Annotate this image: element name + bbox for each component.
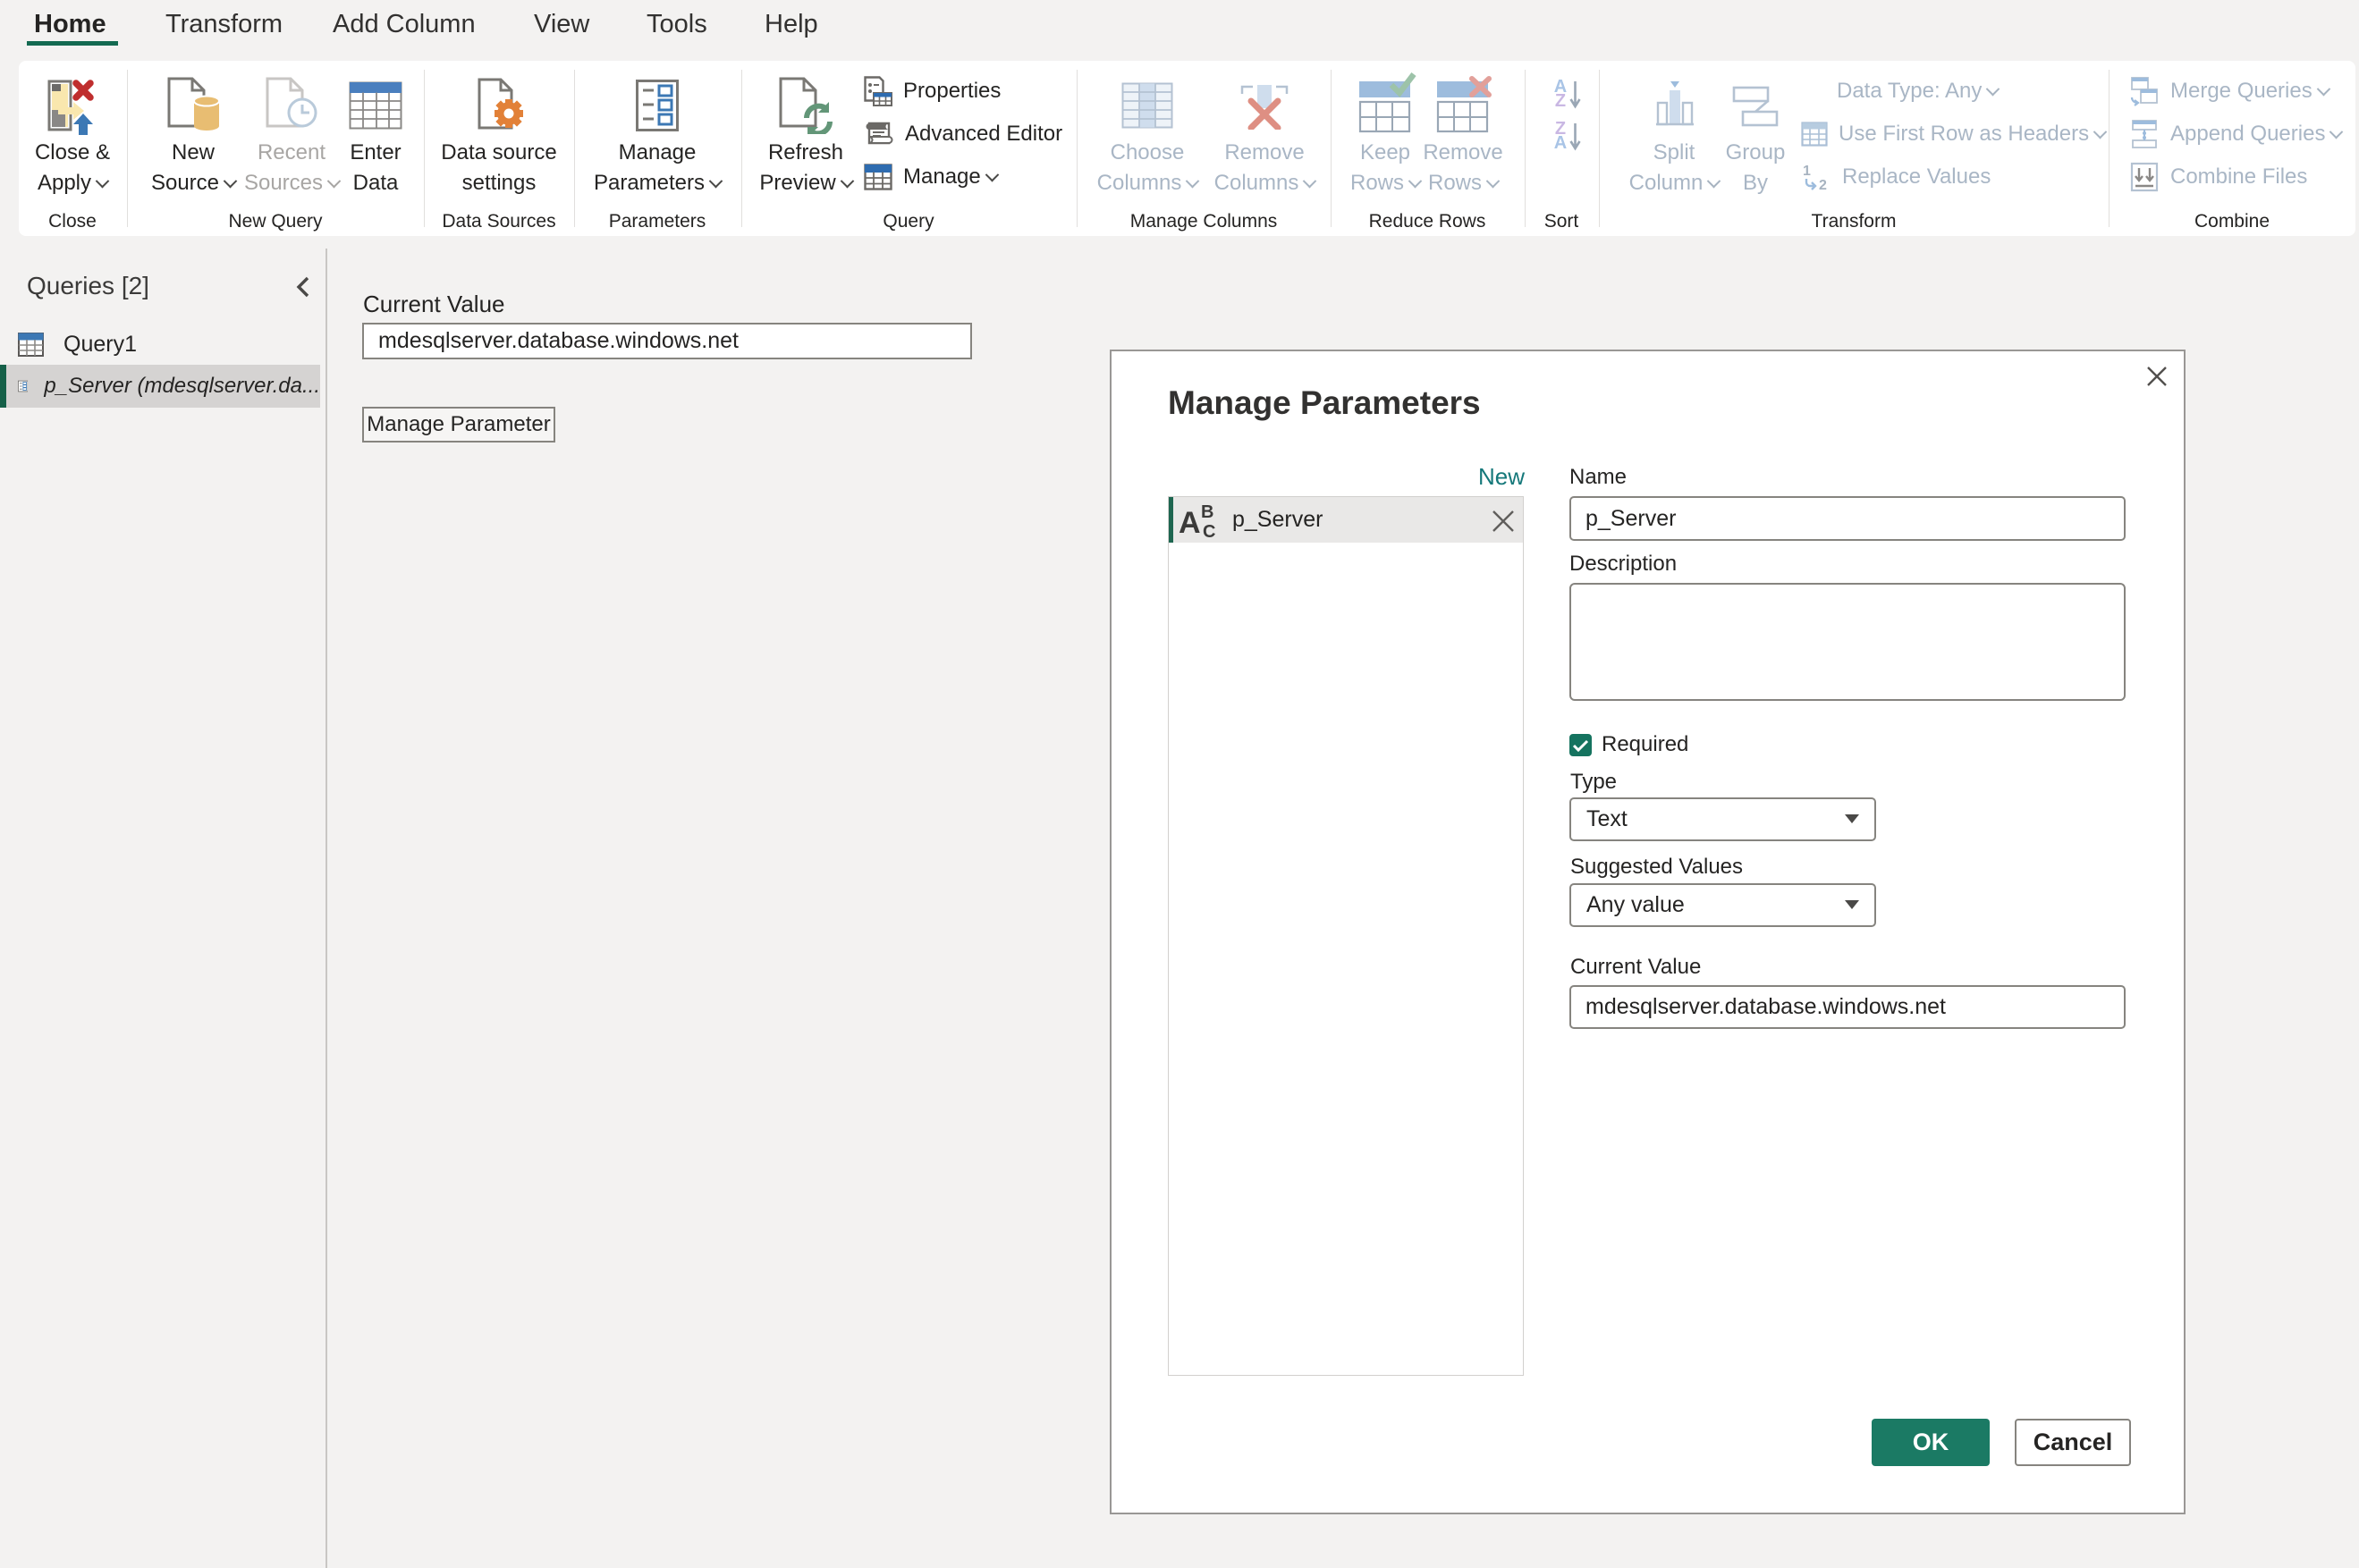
svg-text:C: C (1203, 522, 1215, 538)
svg-text:1: 1 (1803, 164, 1811, 179)
svg-text:2: 2 (1819, 178, 1827, 191)
svg-text:A: A (1179, 506, 1201, 538)
svg-text:B: B (1201, 502, 1213, 522)
